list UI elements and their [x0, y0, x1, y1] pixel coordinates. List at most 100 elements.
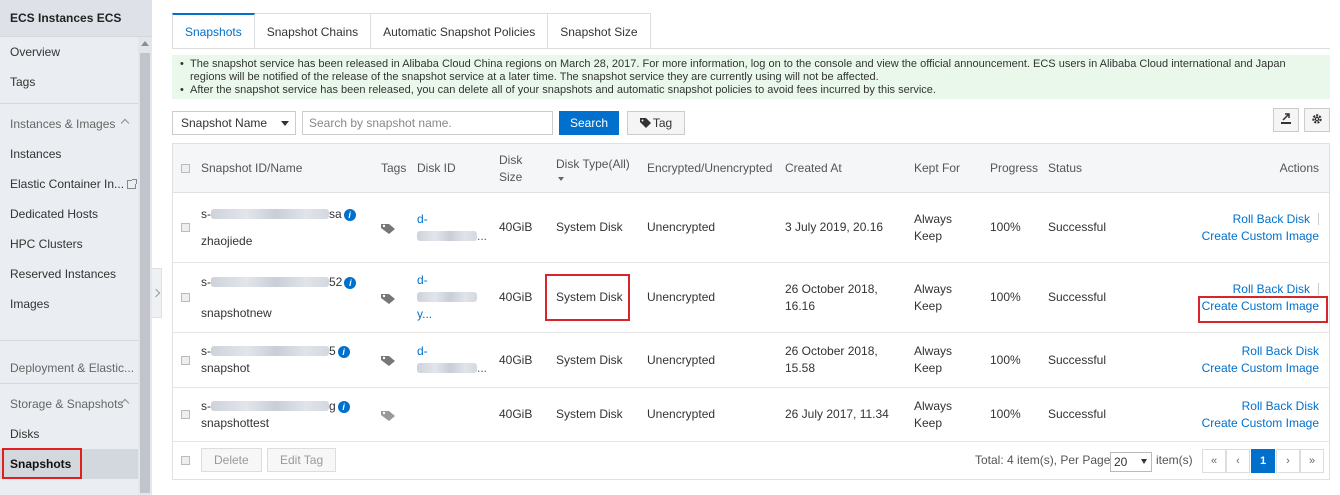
sidebar-item-dedicated-hosts[interactable]: Dedicated Hosts [0, 199, 138, 229]
info-icon[interactable]: i [343, 208, 356, 221]
highlight-box [545, 274, 630, 321]
disk-id-suffix: y... [417, 307, 433, 321]
col-created-at: Created At [785, 161, 842, 175]
disk-id-suffix: ... [477, 361, 488, 375]
select-all-checkbox-footer[interactable] [181, 456, 190, 465]
disk-id-prefix: d- [417, 344, 428, 358]
row-actions: Roll Back Disk Create Custom Image [1202, 333, 1319, 387]
sidebar-item-disks[interactable]: Disks [0, 419, 138, 449]
sidebar-item-tags[interactable]: Tags [0, 67, 138, 97]
sidebar-item-reserved-instances[interactable]: Reserved Instances [0, 259, 138, 289]
snapshot-id-suffix: 52 [329, 274, 343, 289]
status: Successful [1048, 290, 1107, 304]
filter-select[interactable]: Snapshot Name [172, 111, 296, 135]
row-actions: Roll Back Disk Create Custom Image [1202, 388, 1319, 441]
tag-icon[interactable] [381, 409, 397, 421]
sidebar-group-label: Instances & Images [10, 117, 116, 131]
row-actions: Roll Back Disk Create Custom Image [1202, 193, 1319, 262]
tab-automatic-snapshot-policies[interactable]: Automatic Snapshot Policies [371, 13, 549, 49]
create-custom-image-link[interactable]: Create Custom Image [1202, 360, 1319, 377]
sidebar-collapse-toggle[interactable] [152, 268, 162, 318]
col-actions: Actions [1279, 161, 1319, 175]
export-button[interactable] [1273, 108, 1299, 132]
page-1-button[interactable]: 1 [1251, 449, 1275, 473]
encryption-status: Unencrypted [647, 220, 716, 234]
sidebar-item-overview[interactable]: Overview [0, 37, 138, 67]
first-page-button[interactable]: « [1202, 449, 1226, 473]
snapshot-name: zhaojiede [201, 233, 253, 248]
snapshot-name: snapshotnew [201, 305, 272, 320]
snapshot-id-name-cell: s-g i snapshottest [201, 388, 381, 441]
snapshot-id-suffix: g [329, 398, 336, 413]
roll-back-disk-link[interactable]: Roll Back Disk [1242, 398, 1319, 415]
scrollbar-thumb[interactable] [140, 53, 150, 493]
status: Successful [1048, 220, 1107, 234]
disk-size: 40GiB [499, 220, 533, 234]
col-status: Status [1048, 161, 1083, 175]
redacted-id [211, 346, 329, 356]
tabs-divider [172, 48, 1330, 49]
roll-back-disk-link[interactable]: Roll Back Disk [1242, 343, 1319, 360]
disk-size: 40GiB [499, 290, 533, 304]
prev-page-button[interactable]: ‹ [1226, 449, 1250, 473]
create-custom-image-link[interactable]: Create Custom Image [1202, 415, 1319, 432]
sidebar-title: ECS Instances ECS [0, 0, 151, 37]
table-header: Snapshot ID/Name Tags Disk ID Disk Size … [173, 144, 1329, 193]
created-at: 26 July 2017, 11.34 [785, 407, 889, 421]
sidebar-item-images[interactable]: Images [0, 289, 138, 319]
info-icon[interactable]: i [344, 276, 357, 289]
sidebar-scrollbar[interactable] [138, 37, 152, 495]
delete-button[interactable]: Delete [201, 448, 262, 472]
col-encrypted: Encrypted/Unencrypted [647, 161, 773, 175]
disk-id-link[interactable]: d- ... [417, 333, 487, 387]
sidebar-group-storage-snapshots[interactable]: Storage & Snapshots [0, 389, 138, 419]
edit-tag-button[interactable]: Edit Tag [267, 448, 337, 472]
sidebar-item-instances[interactable]: Instances [0, 139, 138, 169]
per-page-select[interactable]: 20 [1110, 452, 1152, 472]
tag-icon[interactable] [381, 292, 397, 304]
created-at: 3 July 2019, 20.16 [785, 220, 884, 234]
encryption-status: Unencrypted [647, 290, 716, 304]
info-icon[interactable]: i [337, 346, 350, 358]
disk-id-link[interactable]: d- y... [417, 263, 487, 332]
row-checkbox[interactable] [181, 223, 190, 232]
sidebar-item-hpc-clusters[interactable]: HPC Clusters [0, 229, 138, 259]
sidebar-divider [0, 103, 138, 104]
tag-icon[interactable] [381, 354, 397, 366]
select-all-checkbox[interactable] [181, 164, 190, 173]
row-checkbox[interactable] [181, 410, 190, 419]
tag-filter-button[interactable]: Tag [627, 111, 685, 135]
row-checkbox[interactable] [181, 293, 190, 302]
search-input[interactable] [302, 111, 553, 135]
roll-back-disk-link[interactable]: Roll Back Disk [1233, 282, 1310, 296]
disk-id-prefix: d- [417, 273, 428, 287]
next-page-button[interactable]: › [1276, 449, 1300, 473]
snapshot-name: snapshot [201, 361, 250, 375]
sidebar-item-elastic-container[interactable]: Elastic Container In... [0, 169, 138, 199]
snapshot-id-suffix: sa [329, 206, 342, 221]
sidebar-divider [0, 383, 138, 384]
snapshot-id-prefix: s- [201, 274, 211, 289]
tab-snapshots[interactable]: Snapshots [172, 13, 255, 49]
roll-back-disk-link[interactable]: Roll Back Disk [1233, 212, 1310, 226]
per-page-value: 20 [1114, 455, 1128, 469]
tag-icon[interactable] [381, 222, 397, 234]
sidebar-group-label: Storage & Snapshots [10, 397, 124, 411]
settings-button[interactable] [1304, 108, 1330, 132]
tab-snapshot-size[interactable]: Snapshot Size [548, 13, 651, 49]
col-snapshot-id-name: Snapshot ID/Name [201, 161, 303, 175]
last-page-button[interactable]: » [1300, 449, 1324, 473]
sidebar-group-deployment[interactable]: Deployment & Elastic... [0, 353, 138, 383]
row-checkbox[interactable] [181, 355, 190, 365]
col-disk-type[interactable]: Disk Type(All) [556, 144, 630, 193]
create-custom-image-link[interactable]: Create Custom Image [1202, 228, 1319, 245]
disk-id-link[interactable]: d- ... [417, 193, 487, 262]
scroll-up-icon[interactable] [141, 41, 149, 46]
sidebar-group-instances-images[interactable]: Instances & Images [0, 109, 138, 139]
tab-bar: Snapshots Snapshot Chains Automatic Snap… [172, 13, 651, 49]
search-button[interactable]: Search [559, 111, 619, 135]
sidebar-item-label: Elastic Container In... [10, 177, 125, 191]
info-icon[interactable]: i [337, 400, 350, 413]
tab-snapshot-chains[interactable]: Snapshot Chains [254, 13, 372, 49]
notice-line: The snapshot service has been released i… [180, 58, 1322, 84]
